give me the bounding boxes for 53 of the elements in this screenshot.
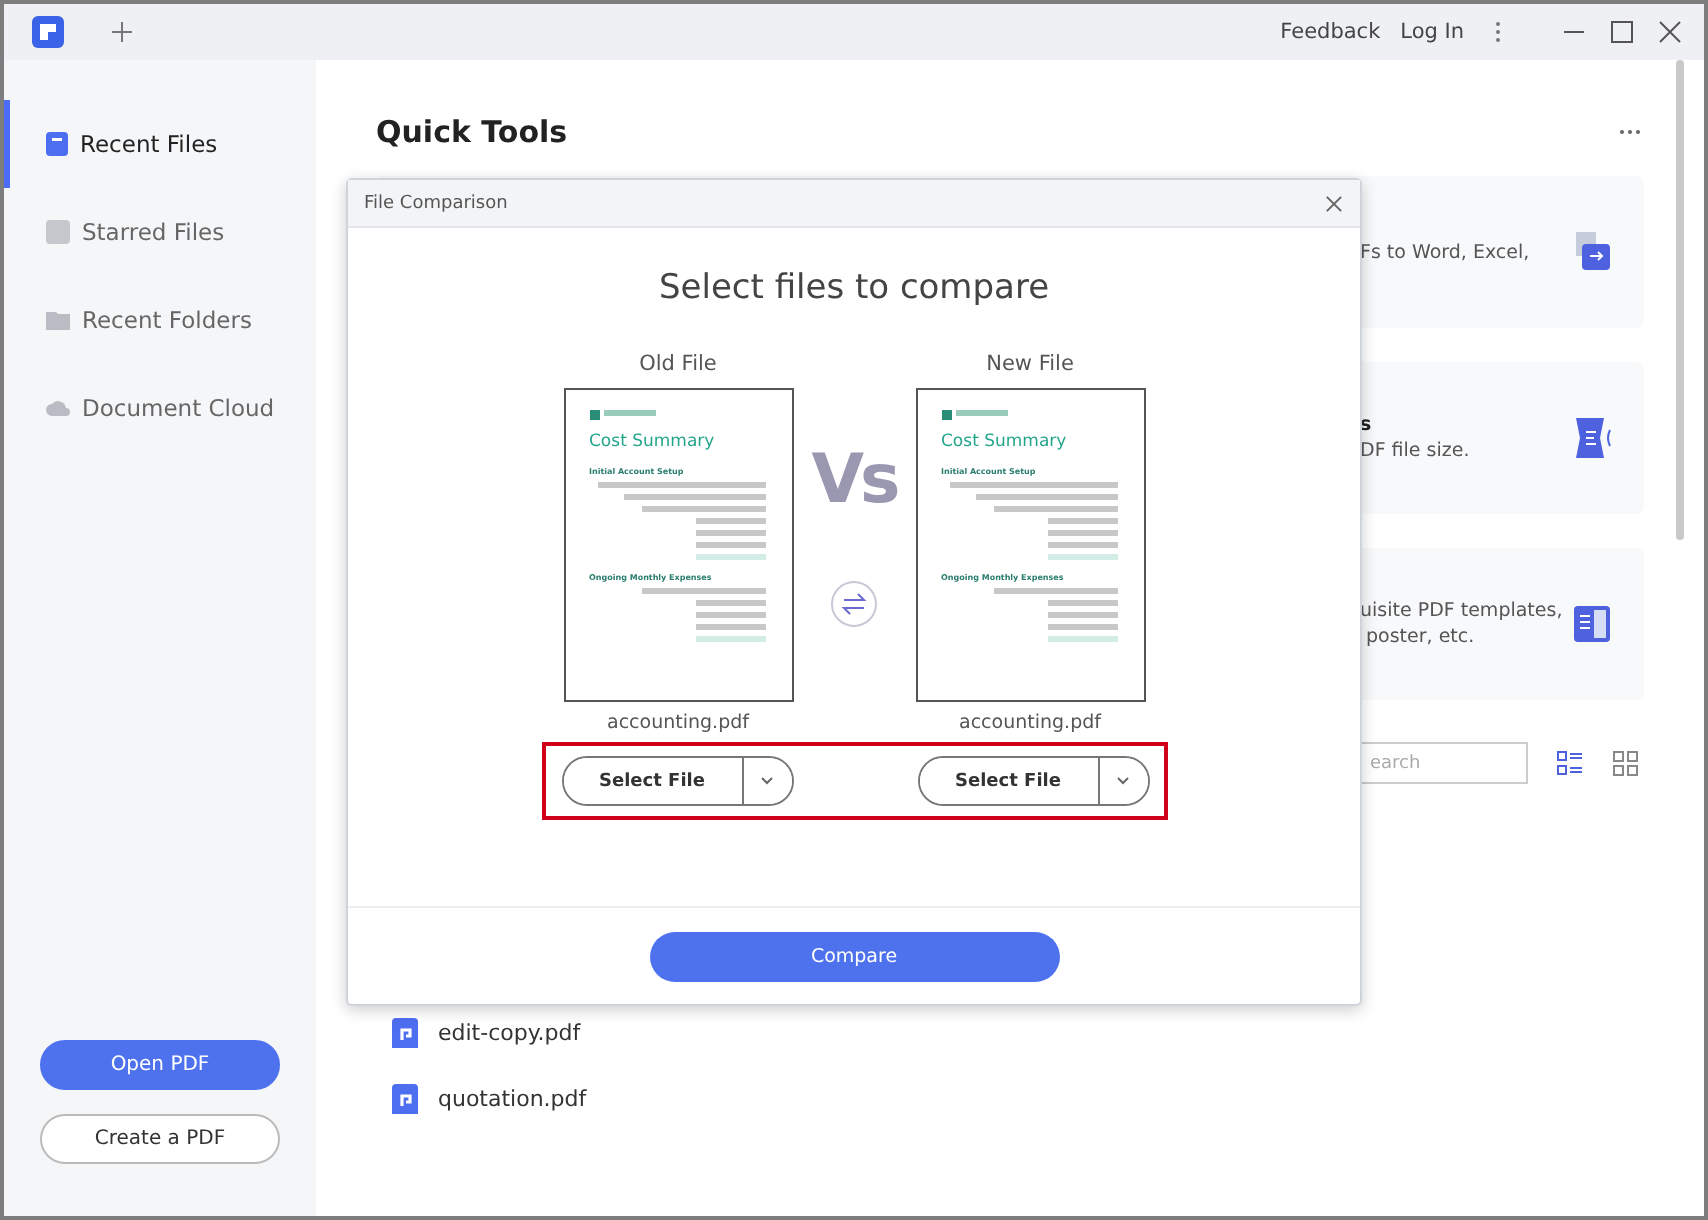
sidebar-item-label: Document Cloud <box>82 394 275 422</box>
file-label: Old File <box>639 352 717 376</box>
file-name: accounting.pdf <box>959 712 1101 734</box>
select-file-button[interactable]: Select File <box>919 758 1099 804</box>
cloud-icon <box>46 400 70 416</box>
card-description: poster, etc. <box>1364 626 1477 648</box>
document-title: Cost Summary <box>941 432 1069 452</box>
logo-icon <box>941 410 951 420</box>
close-icon[interactable] <box>1324 193 1344 213</box>
file-label: New File <box>986 352 1074 376</box>
sidebar-item-label: Starred Files <box>82 218 225 246</box>
sidebar-item[interactable]: Document Cloud <box>4 364 316 452</box>
logo-icon <box>589 410 599 420</box>
card-description: DF file size. <box>1360 440 1472 462</box>
select-file-split-button[interactable]: Select File <box>561 756 793 806</box>
file-name[interactable]: edit-copy.pdf <box>438 1020 581 1046</box>
select-file-split-button[interactable]: Select File <box>917 756 1149 806</box>
sidebar-item-label: Recent Folders <box>82 306 252 334</box>
titlebar-link[interactable]: Log In <box>1400 20 1464 44</box>
sidebar-item[interactable]: Recent Files <box>4 100 316 188</box>
convert-icon <box>1572 232 1612 272</box>
folder-icon <box>46 310 70 330</box>
caret-icon <box>760 776 774 786</box>
create-pdf-button[interactable]: Create a PDF <box>40 1114 280 1164</box>
document-title: Cost Summary <box>589 432 717 452</box>
grid-view-icon[interactable] <box>1612 749 1640 777</box>
maximize-icon[interactable] <box>1608 18 1636 46</box>
section-title: Quick Tools <box>376 114 568 150</box>
versus-label: Vs <box>811 440 897 520</box>
caret-icon <box>1116 776 1130 786</box>
card-description: Fs to Word, Excel, <box>1360 241 1532 263</box>
titlebar-link[interactable]: Feedback <box>1280 20 1381 44</box>
dialog-heading: Select files to compare <box>658 268 1050 308</box>
close-icon[interactable] <box>1656 18 1684 46</box>
pdf-file-icon <box>392 1084 418 1114</box>
pdf-file-icon <box>392 1018 418 1048</box>
file-icon <box>46 132 68 156</box>
scrollbar[interactable] <box>1676 60 1684 540</box>
list-view-icon[interactable] <box>1556 749 1584 777</box>
card-description: uisite PDF templates, <box>1360 600 1565 622</box>
sidebar-item[interactable]: Recent Folders <box>4 276 316 364</box>
swap-icon[interactable] <box>830 580 878 628</box>
compare-button[interactable]: Compare <box>649 931 1059 981</box>
sidebar-item[interactable]: Starred Files <box>4 188 316 276</box>
select-file-button[interactable]: Select File <box>563 758 743 804</box>
plus-icon[interactable] <box>108 18 136 46</box>
file-name: accounting.pdf <box>607 712 749 734</box>
file-name[interactable]: quotation.pdf <box>438 1086 587 1112</box>
template-icon <box>1572 604 1612 644</box>
app-logo <box>32 16 64 48</box>
open-pdf-button[interactable]: Open PDF <box>40 1040 280 1090</box>
sidebar-item-label: Recent Files <box>80 130 218 158</box>
dialog-title: File Comparison <box>364 193 508 213</box>
